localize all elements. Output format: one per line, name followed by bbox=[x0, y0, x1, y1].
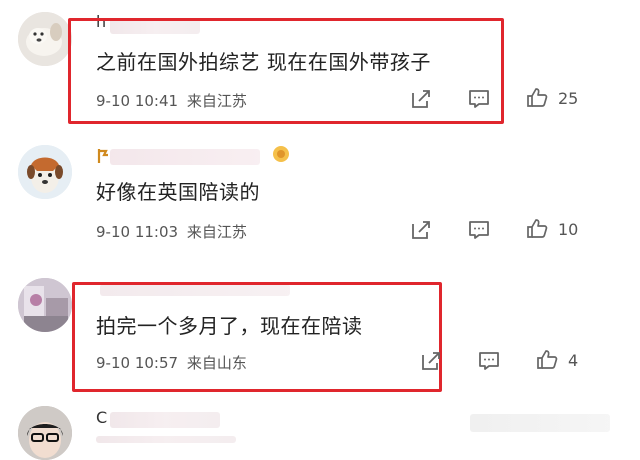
comment-text: 好像在英国陪读的 bbox=[96, 180, 260, 204]
comment-location: 来自江苏 bbox=[186, 92, 247, 110]
comment-location: 来自山东 bbox=[186, 354, 247, 372]
username-badge-icon bbox=[273, 146, 289, 162]
like-icon[interactable] bbox=[536, 348, 558, 370]
comment-time: 10:57 bbox=[134, 354, 179, 372]
comment-meta: 9-10 10:41 来自江苏 bbox=[96, 90, 247, 111]
like-icon[interactable] bbox=[526, 86, 548, 108]
comment-text-blurred bbox=[96, 436, 236, 443]
avatar[interactable] bbox=[18, 278, 72, 332]
comment-item: h 之前在国外拍综艺 现在在国外带孩子 9-10 10:41 来自江苏 25 bbox=[0, 0, 640, 125]
avatar[interactable] bbox=[18, 12, 72, 66]
avatar[interactable] bbox=[18, 406, 72, 460]
share-icon[interactable] bbox=[420, 350, 442, 372]
comment-meta: 9-10 11:03 来自江苏 bbox=[96, 221, 247, 242]
share-icon[interactable] bbox=[410, 219, 432, 241]
comment-icon[interactable] bbox=[478, 350, 500, 372]
username-initial: C bbox=[96, 408, 108, 427]
like-count: 4 bbox=[568, 351, 579, 370]
comment-icon[interactable] bbox=[468, 88, 490, 110]
username-row[interactable]: C bbox=[96, 408, 296, 430]
username-row[interactable] bbox=[96, 145, 296, 167]
comment-time: 11:03 bbox=[134, 223, 179, 241]
comment-item: C bbox=[0, 400, 640, 460]
like-count: 25 bbox=[558, 89, 579, 108]
comment-time: 10:41 bbox=[134, 92, 179, 110]
comment-meta: 9-10 10:57 来自山东 bbox=[96, 352, 247, 373]
avatar[interactable] bbox=[18, 145, 72, 199]
comment-icon[interactable] bbox=[468, 219, 490, 241]
like-count: 10 bbox=[558, 220, 579, 239]
username-blurred bbox=[110, 149, 260, 165]
comment-text: 拍完一个多月了，现在在陪读 bbox=[96, 314, 363, 338]
like-icon[interactable] bbox=[526, 217, 548, 239]
comment-item: 拍完一个多月了，现在在陪读 9-10 10:57 来自山东 4 bbox=[0, 270, 640, 400]
comment-item: 好像在英国陪读的 9-10 11:03 来自江苏 10 bbox=[0, 135, 640, 260]
comment-date: 9-10 bbox=[96, 92, 131, 110]
comment-date: 9-10 bbox=[96, 223, 131, 241]
comment-location: 来自江苏 bbox=[186, 223, 247, 241]
username-blurred bbox=[110, 412, 220, 428]
watermark-blurred bbox=[470, 414, 610, 432]
comment-text: 之前在国外拍综艺 现在在国外带孩子 bbox=[96, 50, 431, 74]
username-emoji-icon bbox=[97, 149, 108, 163]
comment-date: 9-10 bbox=[96, 354, 131, 372]
share-icon[interactable] bbox=[410, 88, 432, 110]
